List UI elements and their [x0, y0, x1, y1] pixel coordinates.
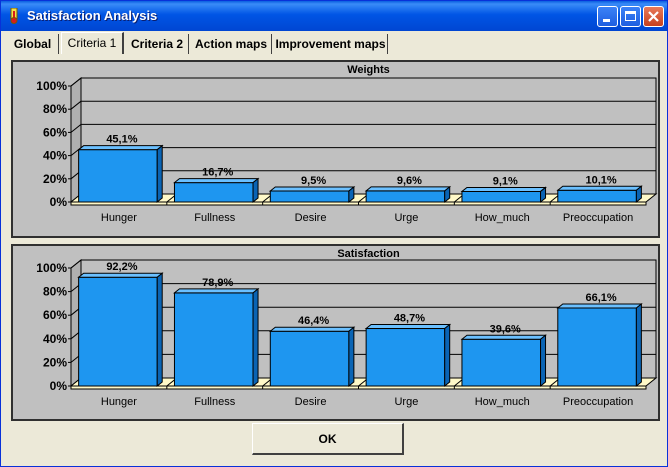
satisfaction-chart: Satisfaction 0% 20% 40% 60% 80% 100% 92,2% Hunge…	[36, 248, 658, 408]
close-button[interactable]	[643, 6, 664, 27]
bar-value-label: 66,1%	[585, 292, 616, 304]
bar-top	[77, 272, 164, 278]
bar-value-label: 10,1%	[585, 174, 616, 186]
ok-button[interactable]: OK	[252, 423, 404, 455]
tab-global[interactable]: Global	[7, 34, 59, 54]
x-category-label: Preoccupation	[563, 212, 633, 224]
chart-title: Satisfaction	[337, 248, 400, 260]
x-category-label: Desire	[295, 212, 327, 224]
bar-value-label: 16,7%	[202, 167, 233, 179]
thermometer-icon	[10, 8, 18, 24]
bar-top	[364, 186, 452, 192]
bar-value-label: 78,9%	[202, 277, 233, 289]
bar-top	[77, 145, 164, 151]
bar-top	[173, 178, 260, 184]
satisfaction-analysis-window: Satisfaction Analysis Global Criteria 1 …	[0, 0, 668, 467]
x-category-label: Preoccupation	[563, 396, 633, 408]
y-tick-label: 20%	[43, 355, 67, 369]
x-category-label: Urge	[394, 212, 418, 224]
bar-top	[460, 186, 547, 192]
y-tick-label: 80%	[43, 102, 67, 116]
bar-top	[173, 288, 260, 294]
bar-front	[78, 276, 158, 387]
y-tick-label: 60%	[43, 308, 67, 322]
y-tick-label: 40%	[43, 149, 67, 163]
bar-front	[557, 307, 637, 387]
weights-chart: Weights 0% 20% 40% 60% 80% 100% 45,1% Hunger 16,7…	[36, 64, 658, 224]
x-category-label: Urge	[394, 396, 418, 408]
close-icon	[648, 11, 659, 22]
bar-value-label: 48,7%	[394, 313, 425, 325]
tab-improvement-maps[interactable]: Improvement maps	[274, 34, 388, 54]
x-category-label: Fullness	[194, 396, 235, 408]
window-title: Satisfaction Analysis	[27, 8, 158, 23]
bar-top	[364, 324, 452, 330]
y-tick-label: 40%	[43, 332, 67, 346]
y-tick-label: 0%	[50, 379, 68, 393]
bar-value-label: 46,4%	[298, 315, 329, 327]
title-bar[interactable]: Satisfaction Analysis	[1, 1, 667, 31]
tab-criteria-1[interactable]: Criteria 1	[61, 32, 124, 54]
maximize-button[interactable]	[620, 6, 641, 27]
bar-side	[540, 334, 547, 388]
bar-top	[556, 303, 643, 309]
x-category-label: Fullness	[194, 212, 235, 224]
minimize-icon	[603, 19, 610, 22]
bar-top	[556, 185, 643, 191]
bar-front	[173, 182, 254, 203]
bar-front	[557, 189, 637, 203]
bar-front	[269, 330, 350, 387]
bar-value-label: 9,1%	[493, 175, 518, 187]
x-category-label: How_much	[475, 396, 530, 408]
bar-front	[365, 328, 446, 387]
y-tick-label: 60%	[43, 125, 67, 139]
bar-value-label: 92,2%	[106, 261, 137, 273]
weights-chart-panel: Weights 0% 20% 40% 60% 80% 100% 45,1% Hunger 16,7…	[11, 60, 660, 238]
x-category-label: Hunger	[101, 212, 137, 224]
bar-top	[268, 186, 356, 192]
bar-side	[635, 302, 642, 388]
minimize-button[interactable]	[597, 6, 618, 27]
tab-strip: Global Criteria 1 Criteria 2 Action maps…	[5, 32, 665, 54]
y-tick-label: 100%	[36, 261, 67, 275]
y-tick-label: 20%	[43, 172, 67, 186]
bar-top	[268, 326, 356, 332]
chart-title: Weights	[347, 64, 390, 76]
x-category-label: How_much	[475, 212, 530, 224]
bar-side	[252, 177, 259, 204]
plot-back-wall	[80, 77, 657, 195]
y-tick-label: 0%	[50, 195, 68, 209]
y-tick-label: 80%	[43, 285, 67, 299]
y-tick-label: 100%	[36, 79, 67, 93]
tab-action-maps[interactable]: Action maps	[191, 34, 272, 54]
x-category-label: Hunger	[101, 396, 137, 408]
bar-top	[460, 334, 547, 340]
x-category-label: Desire	[295, 396, 327, 408]
bar-side	[348, 326, 355, 388]
bar-value-label: 9,5%	[301, 175, 326, 187]
satisfaction-chart-panel: Satisfaction 0% 20% 40% 60% 80% 100% 92,2% Hunge…	[11, 244, 660, 421]
bar-front	[461, 338, 542, 387]
bar-side	[156, 272, 163, 388]
bar-front	[365, 190, 446, 203]
bar-front	[461, 190, 542, 203]
bar-side	[252, 287, 259, 388]
bar-value-label: 39,6%	[490, 323, 521, 335]
maximize-icon	[625, 11, 636, 21]
bar-side	[444, 323, 451, 388]
bar-front	[173, 292, 254, 387]
bar-front	[78, 149, 158, 203]
bar-front	[269, 190, 350, 203]
bar-side	[156, 144, 163, 204]
tab-criteria-2[interactable]: Criteria 2	[126, 34, 189, 54]
bar-value-label: 9,6%	[397, 175, 422, 187]
bar-value-label: 45,1%	[106, 134, 137, 146]
